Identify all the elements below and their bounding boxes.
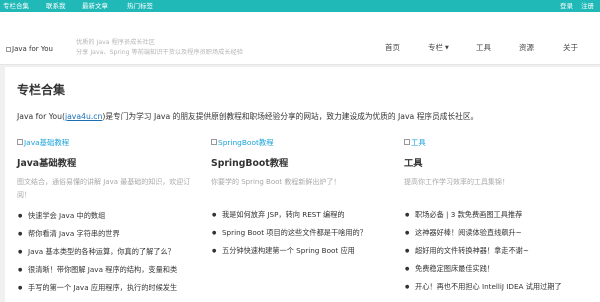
nav-home[interactable]: 首页 xyxy=(385,42,400,56)
list-item[interactable]: Spring Boot 项目的这些文件都是干啥用的？ xyxy=(211,227,391,245)
top-bar-auth: 登录 注册 xyxy=(560,0,594,12)
column-image-alt: 工具 xyxy=(411,137,426,147)
broken-image-icon xyxy=(17,139,23,145)
nav-about[interactable]: 关于 xyxy=(563,42,578,56)
intro-suffix: )是专门为学习 Java 的朋友提供原创教程和职场经验分享的网站，致力建设成为优… xyxy=(102,112,479,121)
column-title[interactable]: SpringBoot教程 xyxy=(211,155,391,169)
article-list: 我是如何放弃 JSP，转向 REST 编程的 Spring Boot 项目的这些… xyxy=(211,209,391,263)
nav-resources[interactable]: 资源 xyxy=(519,42,534,56)
column-image-link[interactable]: 工具 xyxy=(404,137,594,147)
nav-columns[interactable]: 专栏 ▼ xyxy=(428,42,449,56)
list-item[interactable]: 帮你看清 Java 字符串的世界 xyxy=(17,228,197,246)
nav-tools[interactable]: 工具 xyxy=(476,42,491,56)
list-item[interactable]: 免费稳定图床最佳实践！ xyxy=(404,263,594,281)
article-list: 职场必备 | 3 款免费画图工具推荐 这神器好棒！阅读体验直线飙升~ 超好用的文… xyxy=(404,209,594,299)
site-tagline: 优质的 Java 程序员成长社区 分享 Java、Spring 等前端知识干货以… xyxy=(76,38,243,58)
top-nav-item-columns[interactable]: 专栏合集 xyxy=(3,0,29,12)
column-image-link[interactable]: SpringBoot教程 xyxy=(211,137,391,147)
top-nav-item-latest[interactable]: 最新文章 xyxy=(82,0,108,12)
list-item[interactable]: 开心！再也不用担心 IntelliJ IDEA 试用过期了 xyxy=(404,281,594,299)
caret-down-icon: ▼ xyxy=(445,45,449,51)
column-tools: 工具 工具 提高你工作学习效率的工具集锦！ 职场必备 | 3 款免费画图工具推荐… xyxy=(404,137,594,299)
list-item[interactable]: 五分钟快速构建第一个 Spring Boot 应用 xyxy=(211,245,391,263)
column-description: 图文结合，通俗易懂的讲解 Java 最基础的知识，欢迎订阅！ xyxy=(17,178,191,199)
top-nav-item-contact[interactable]: 联系我 xyxy=(46,0,66,12)
site-header: Java for You 优质的 Java 程序员成长社区 分享 Java、Sp… xyxy=(0,12,600,65)
broken-image-icon xyxy=(6,46,11,52)
list-item[interactable]: 超好用的文件转换神器！拿走不谢~ xyxy=(404,245,594,263)
column-java-basics: Java基础教程 Java基础教程 图文结合，通俗易懂的讲解 Java 最基础的… xyxy=(17,137,197,300)
nav-columns-label: 专栏 xyxy=(428,43,443,52)
column-title[interactable]: Java基础教程 xyxy=(17,155,197,169)
list-item[interactable]: 快速学会 Java 中的数组 xyxy=(17,210,197,228)
column-springboot: SpringBoot教程 SpringBoot教程 你要学的 Spring Bo… xyxy=(211,137,391,263)
broken-image-icon xyxy=(211,139,217,145)
broken-image-icon xyxy=(404,139,410,145)
logo-text: Java for You xyxy=(12,45,53,53)
tagline-line-2: 分享 Java、Spring 等前端知识干货以及程序员职场成长经验 xyxy=(76,49,243,56)
column-description: 提高你工作学习效率的工具集锦！ xyxy=(404,178,509,186)
main-content: 专栏合集 Java for You(java4u.cn)是专门为学习 Java … xyxy=(5,67,600,302)
page-title: 专栏合集 xyxy=(17,83,66,97)
column-image-alt: SpringBoot教程 xyxy=(218,137,274,147)
intro-prefix: Java for You( xyxy=(17,112,65,121)
login-link[interactable]: 登录 xyxy=(560,0,573,12)
list-item[interactable]: 手写的第一个 Java 应用程序，执行的时候发生 xyxy=(17,282,197,300)
article-list: 快速学会 Java 中的数组 帮你看清 Java 字符串的世界 Java 基本类… xyxy=(17,210,197,300)
column-image-alt: Java基础教程 xyxy=(24,137,70,147)
register-link[interactable]: 注册 xyxy=(581,0,594,12)
list-item[interactable]: Java 基本类型的各种运算，你真的了解了么？ xyxy=(17,246,197,264)
list-item[interactable]: 职场必备 | 3 款免费画图工具推荐 xyxy=(404,209,594,227)
top-bar: 专栏合集 联系我 最新文章 热门标签 登录 注册 xyxy=(0,0,600,12)
list-item[interactable]: 这神器好棒！阅读体验直线飙升~ xyxy=(404,227,594,245)
column-title[interactable]: 工具 xyxy=(404,155,594,169)
site-logo[interactable]: Java for You xyxy=(6,45,53,53)
column-description: 你要学的 Spring Boot 教程新鲜出炉了！ xyxy=(211,178,341,186)
list-item[interactable]: 我是如何放弃 JSP，转向 REST 编程的 xyxy=(211,209,391,227)
top-nav-item-tags[interactable]: 热门标签 xyxy=(127,0,153,12)
intro-text: Java for You(java4u.cn)是专门为学习 Java 的朋友提供… xyxy=(17,111,478,122)
tagline-line-1: 优质的 Java 程序员成长社区 xyxy=(76,39,155,46)
list-item[interactable]: 很清晰！带你图解 Java 程序的结构，变量和类 xyxy=(17,264,197,282)
intro-site-link[interactable]: java4u.cn xyxy=(65,112,102,121)
column-image-link[interactable]: Java基础教程 xyxy=(17,137,197,147)
